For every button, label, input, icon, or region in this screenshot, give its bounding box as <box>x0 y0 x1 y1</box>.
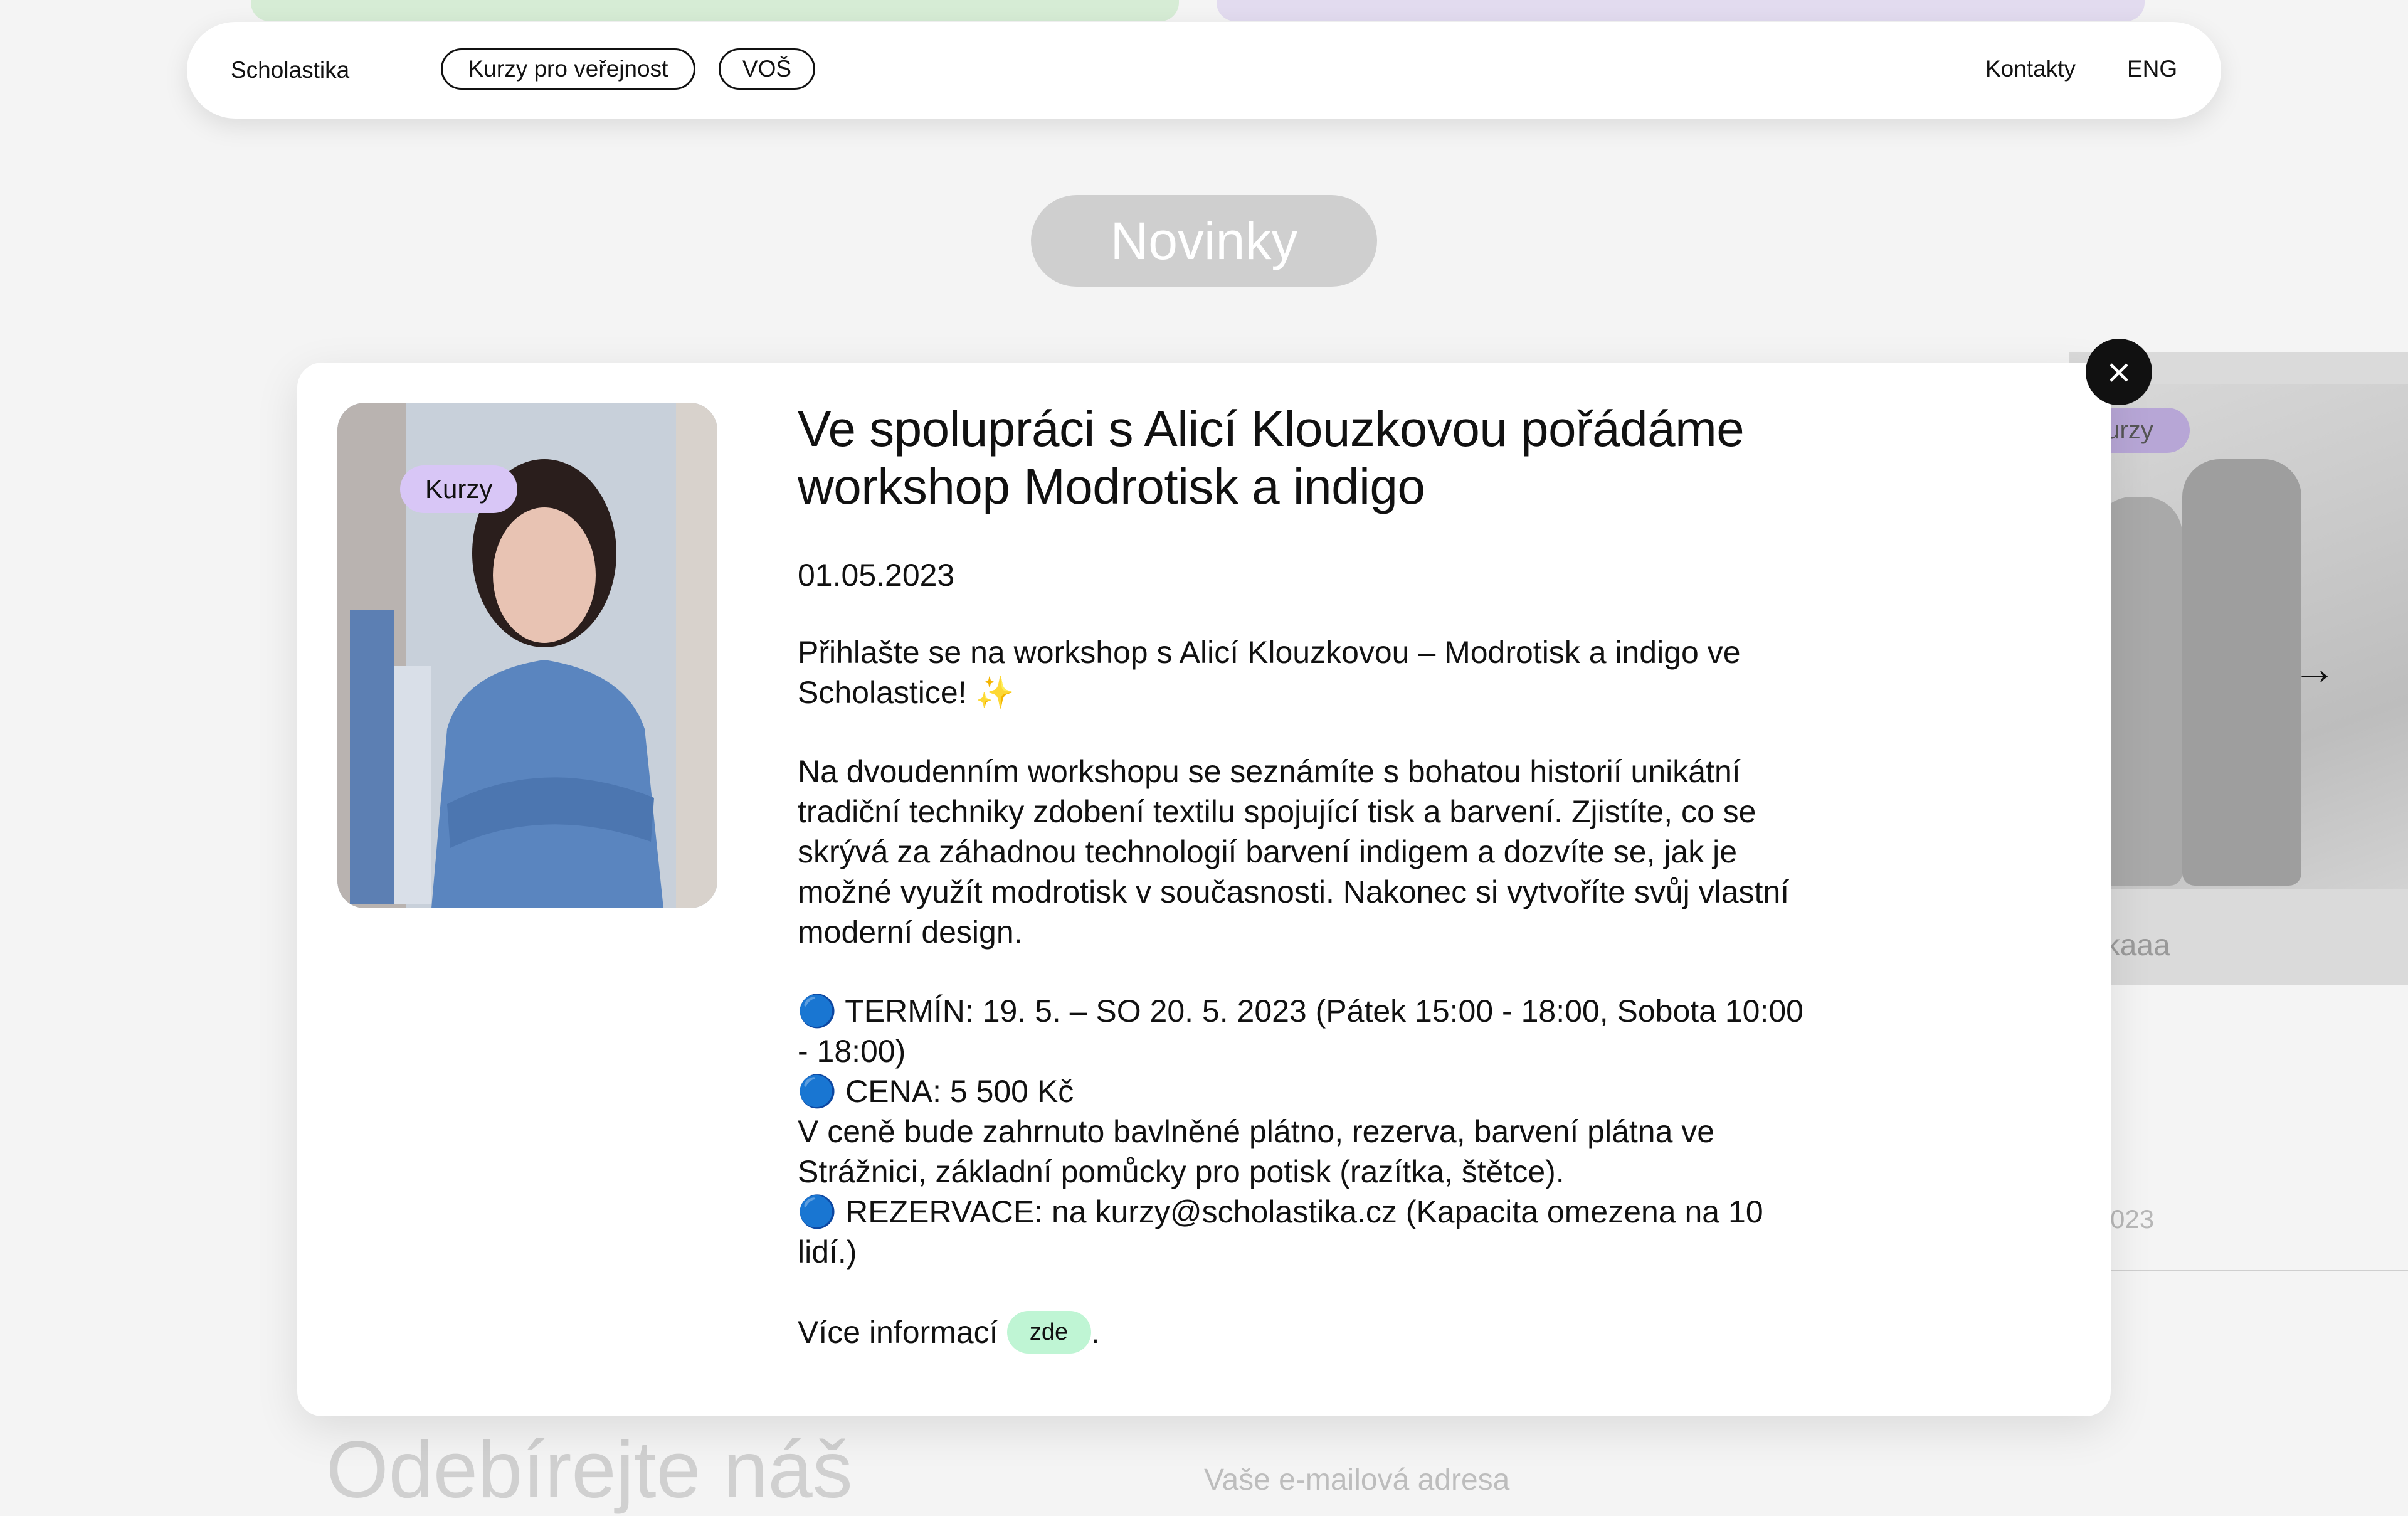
news-detail-modal: Kurzy Ve spolupráci s Alicí Klouzkovou p… <box>297 363 2111 1416</box>
article-title: Ve spolupráci s Alicí Klouzkovou pořádám… <box>798 401 1745 514</box>
bg-card-top-purple <box>1217 0 2145 21</box>
article-date: 01.05.2023 <box>798 558 955 593</box>
termin-text: TERMÍN: 19. 5. – SO 20. 5. 2023 (Pátek 1… <box>798 994 1803 1069</box>
newsletter-heading: Odebírejte náš <box>326 1425 853 1515</box>
article-intro: Přihlašte se na workshop s Alicí Klouzko… <box>798 635 1741 710</box>
more-info-label: Více informací <box>798 1315 998 1350</box>
nav-pill-kurzy-pro-verejnost[interactable]: Kurzy pro veřejnost <box>441 48 695 90</box>
nav-link-kontakty[interactable]: Kontakty <box>1985 56 2076 82</box>
blue-circle-icon: 🔵 <box>798 1194 837 1229</box>
portrait-illustration <box>337 403 717 908</box>
category-badge-kurzy: Kurzy <box>400 465 518 513</box>
more-info-period: . <box>1090 1315 1100 1350</box>
article-details: 🔵 TERMÍN: 19. 5. – SO 20. 5. 2023 (Pátek… <box>798 991 1814 1272</box>
detail-termin: 🔵 TERMÍN: 19. 5. – SO 20. 5. 2023 (Pátek… <box>798 991 1814 1071</box>
detail-rezervace: 🔵 REZERVACE: na kurzy@scholastika.cz (Ka… <box>798 1192 1814 1272</box>
background-card-divider <box>2069 1270 2408 1271</box>
modal-content: Ve spolupráci s Alicí Klouzkovou pořádám… <box>798 400 1814 1354</box>
article-description: Na dvoudenním workshopu se seznámíte s b… <box>798 754 1790 950</box>
close-icon[interactable]: × <box>2086 339 2152 405</box>
top-navbar: Scholastika Kurzy pro veřejnost VOŠ Kont… <box>187 22 2221 119</box>
section-title-novinky: Novinky <box>1031 195 1377 287</box>
cena-text: CENA: 5 500 Kč <box>845 1074 1074 1109</box>
language-switch-eng[interactable]: ENG <box>2127 56 2177 82</box>
detail-cena-note: V ceně bude zahrnuto bavlněné plátno, re… <box>798 1114 1715 1189</box>
workshop-photo: Kurzy <box>337 403 717 908</box>
blue-circle-icon: 🔵 <box>798 1074 837 1109</box>
nav-pill-vos[interactable]: VOŠ <box>719 48 815 90</box>
newsletter-email-input[interactable]: Vaše e-mailová adresa <box>1204 1463 1509 1497</box>
blue-circle-icon: 🔵 <box>798 994 837 1029</box>
brand-link[interactable]: Scholastika <box>231 57 349 83</box>
carousel-next-arrow-icon[interactable]: → <box>2293 644 2337 694</box>
more-info-row: Více informací zde . <box>798 1311 1814 1354</box>
bg-card-top-green <box>251 0 1179 21</box>
rezervace-text: REZERVACE: na kurzy@scholastika.cz (Kapa… <box>798 1194 1763 1270</box>
more-info-link[interactable]: zde <box>1006 1311 1091 1354</box>
background-card-photo <box>2069 384 2408 889</box>
detail-cena: 🔵 CENA: 5 500 Kč <box>798 1071 1814 1111</box>
